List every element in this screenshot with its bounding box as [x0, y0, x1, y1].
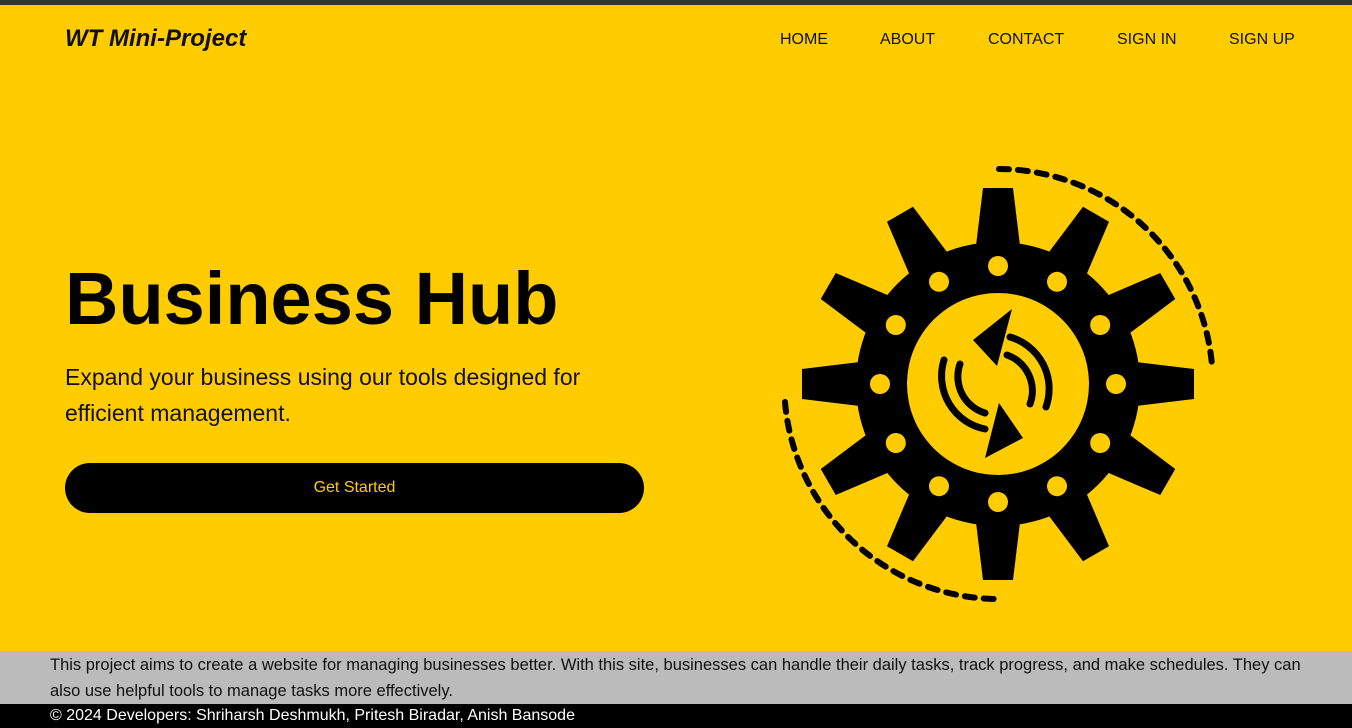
gear-hole [1047, 271, 1067, 292]
gear-hole [929, 476, 949, 497]
nav-sign-in-link[interactable]: SIGN IN [1117, 31, 1177, 49]
gear-tooth [975, 188, 1021, 254]
nav-sign-up-link[interactable]: SIGN UP [1229, 31, 1295, 49]
gear-sync-icon [782, 166, 1215, 602]
gear-tooth [975, 514, 1021, 580]
gear-hole [1090, 433, 1111, 453]
footer-credits: © 2024 Developers: Shriharsh Deshmukh, P… [50, 707, 575, 724]
gear-hole [988, 492, 1008, 512]
hero-subtitle: Expand your business using our tools des… [65, 364, 581, 426]
gear-hole [870, 374, 890, 394]
gear-tooth [1128, 361, 1194, 407]
brand-logo[interactable]: WT Mini-Project [65, 25, 246, 53]
footer: © 2024 Developers: Shriharsh Deshmukh, P… [0, 704, 1352, 728]
about-text: This project aims to create a website fo… [50, 656, 1301, 700]
gear-tooth [802, 361, 868, 407]
gear-hole [1090, 315, 1111, 335]
nav-contact-link[interactable]: CONTACT [988, 31, 1064, 49]
gear-hole [885, 315, 906, 335]
hero-title: Business Hub [65, 257, 559, 340]
gear-hole [988, 256, 1008, 276]
get-started-button[interactable]: Get Started [65, 463, 644, 513]
gear-hole [1106, 374, 1126, 394]
about-section: This project aims to create a website fo… [0, 651, 1352, 704]
nav-home-link[interactable]: HOME [780, 31, 828, 49]
navbar: WT Mini-Project HOME ABOUT CONTACT SIGN … [0, 5, 1352, 75]
gear-hole [885, 433, 906, 453]
gear-hole [929, 271, 949, 292]
nav-about-link[interactable]: ABOUT [880, 31, 935, 49]
gear-hole [1047, 476, 1067, 497]
